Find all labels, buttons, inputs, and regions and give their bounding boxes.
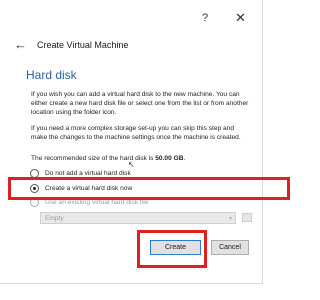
create-button[interactable]: Create [150, 240, 201, 255]
radio-use-existing[interactable]: Use an existing virtual hard disk file [30, 196, 148, 208]
title-bar: ? ✕ [0, 0, 262, 34]
recommended-size-prefix: The recommended size of the hard disk is [31, 155, 156, 162]
disk-file-select[interactable]: Empty ▾ [40, 212, 236, 224]
help-button[interactable]: ? [202, 12, 208, 24]
cancel-button[interactable]: Cancel [211, 240, 249, 255]
radio-label: Do not add a virtual hard disk [45, 169, 131, 177]
chevron-down-icon: ▾ [228, 216, 232, 222]
radio-label: Use an existing virtual hard disk file [45, 198, 149, 206]
disk-file-select-value: Empty [45, 215, 64, 222]
section-title: Hard disk [26, 68, 77, 82]
recommended-size-suffix: . [183, 155, 186, 162]
radio-button[interactable] [30, 168, 39, 178]
storage-note-paragraph: If you need a more complex storage set-u… [31, 125, 241, 141]
dialog-window: ? ✕ ← Create Virtual Machine Hard disk I… [0, 0, 263, 284]
recommended-size-value: 50.00 GB [155, 155, 184, 162]
radio-button-checked[interactable] [30, 183, 39, 193]
mouse-cursor-icon: ↖ [128, 160, 135, 169]
close-button[interactable]: ✕ [235, 10, 246, 26]
radio-label: Create a virtual hard disk now [45, 184, 133, 192]
recommended-size-text: The recommended size of the hard disk is… [31, 154, 250, 163]
back-arrow-icon[interactable]: ← [14, 37, 27, 52]
description-paragraph: If you wish you can add a virtual hard d… [31, 91, 249, 116]
dialog-title: Create Virtual Machine [37, 40, 129, 50]
folder-icon[interactable] [242, 213, 252, 222]
radio-button[interactable] [30, 197, 39, 207]
radio-create-disk[interactable]: Create a virtual hard disk now [30, 182, 132, 194]
radio-no-disk[interactable]: Do not add a virtual hard disk [30, 167, 131, 179]
